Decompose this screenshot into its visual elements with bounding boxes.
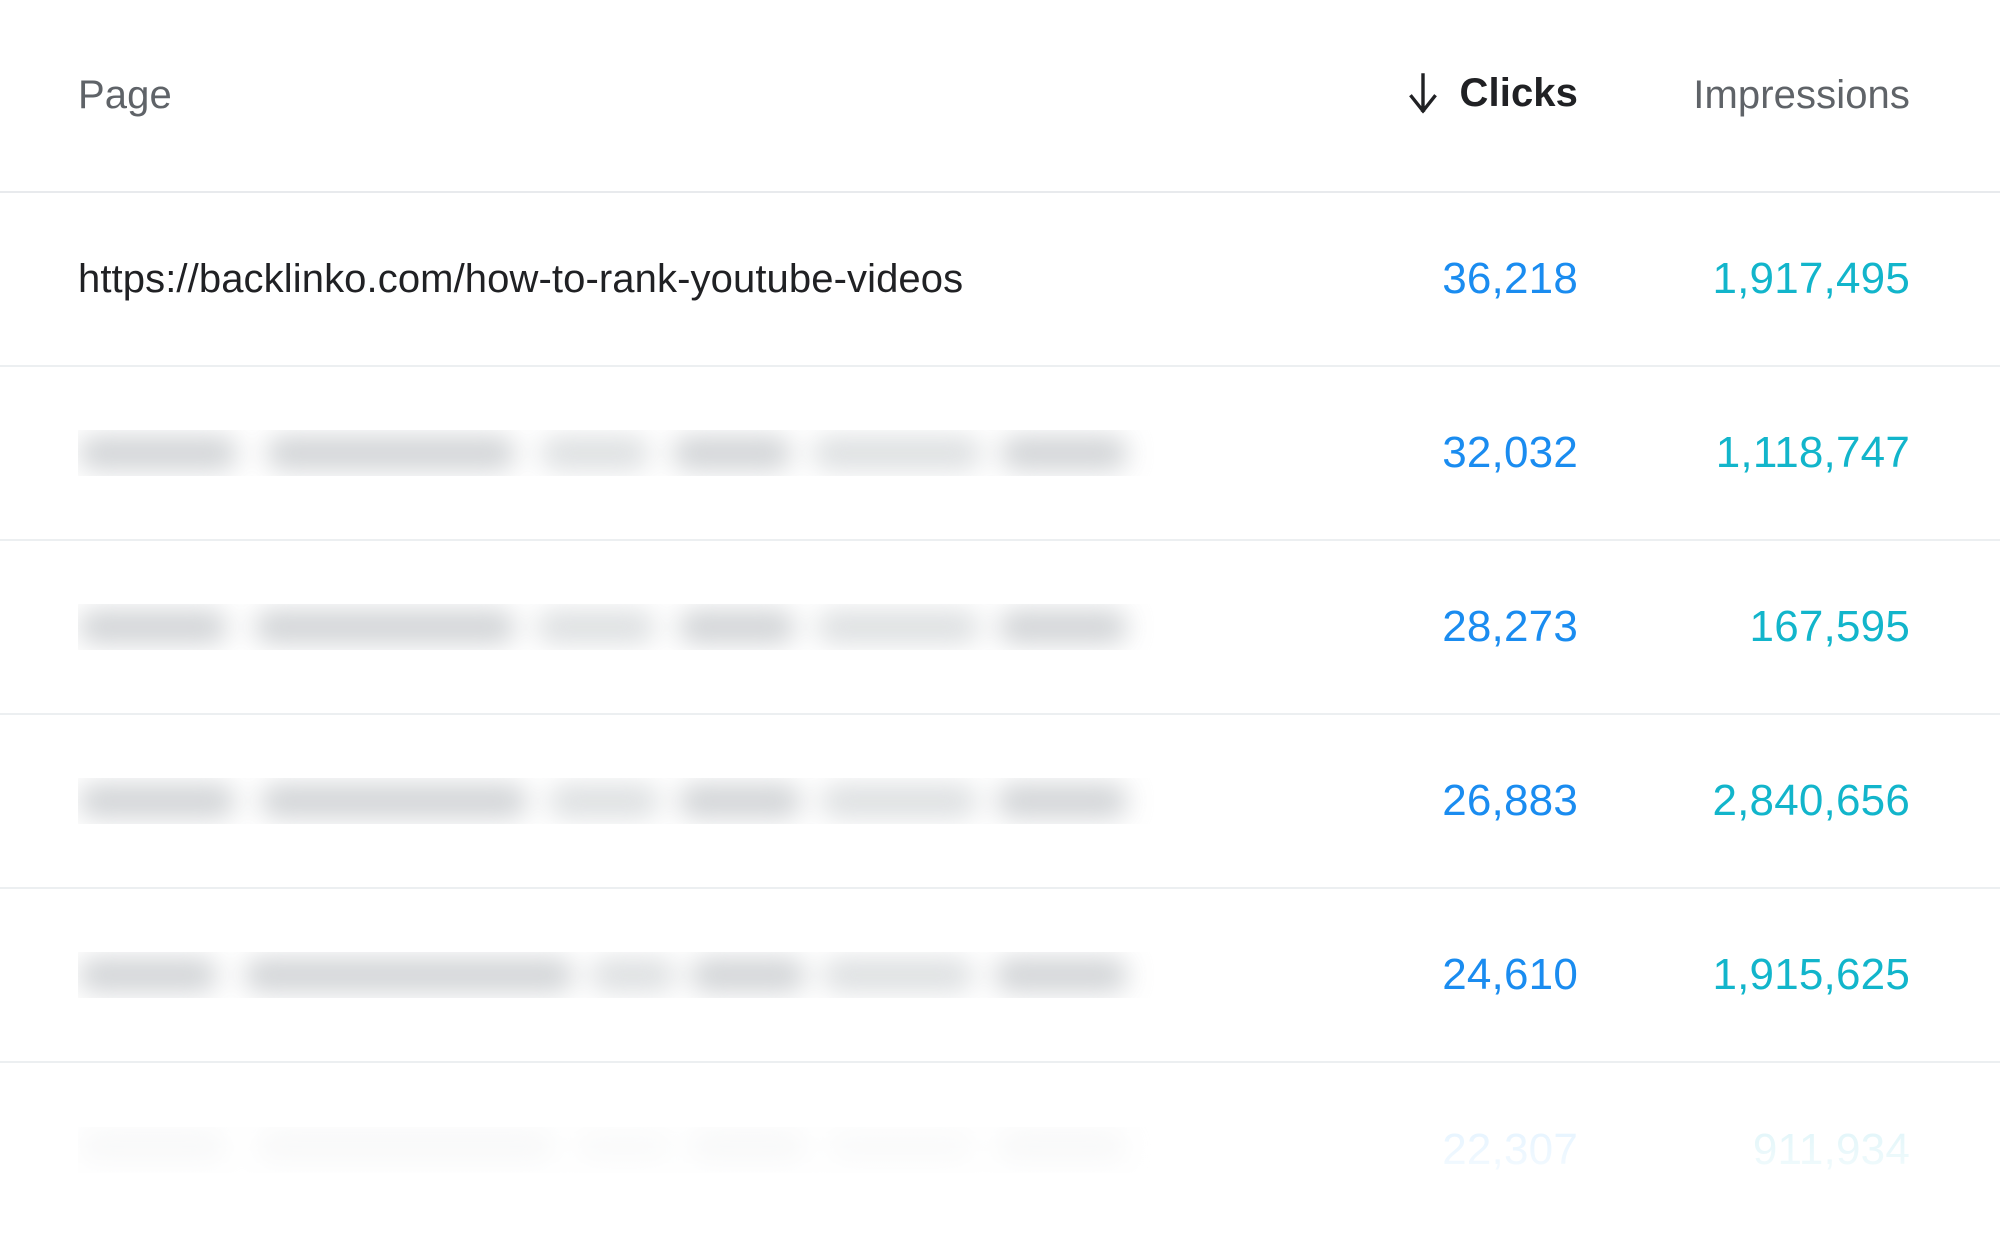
table-header-row: Page Clicks Impressions [0, 0, 2000, 193]
column-header-page[interactable]: Page [78, 73, 1268, 118]
column-header-impressions[interactable]: Impressions [1578, 73, 1910, 118]
table-row[interactable]: 22,307 911,934 [0, 1063, 2000, 1237]
column-header-clicks-label: Clicks [1459, 71, 1578, 116]
column-header-page-label: Page [78, 73, 172, 117]
redacted-page-url [78, 1129, 1128, 1173]
arrow-down-icon [1408, 73, 1438, 115]
clicks-sort-wrap: Clicks [1408, 71, 1578, 116]
table-row[interactable]: https://backlinko.com/how-to-rank-youtub… [0, 193, 2000, 367]
column-header-clicks[interactable]: Clicks [1268, 71, 1578, 120]
cell-clicks: 32,032 [1442, 428, 1578, 477]
cell-page[interactable]: https://backlinko.com/how-to-rank-youtub… [78, 257, 1268, 302]
cell-impressions: 1,915,625 [1712, 950, 1910, 999]
performance-table: Page Clicks Impressions https://backlink… [0, 0, 2000, 1235]
table-body: https://backlinko.com/how-to-rank-youtub… [0, 193, 2000, 1237]
cell-page[interactable] [78, 604, 1268, 650]
redacted-page-url [78, 954, 1128, 998]
redacted-page-url [78, 780, 1128, 824]
column-header-impressions-label: Impressions [1693, 73, 1910, 117]
cell-page[interactable] [78, 430, 1268, 476]
cell-clicks: 26,883 [1442, 776, 1578, 825]
cell-impressions: 1,917,495 [1712, 254, 1910, 303]
cell-impressions: 167,595 [1749, 602, 1910, 651]
cell-page[interactable] [78, 1127, 1268, 1173]
table-row[interactable]: 28,273 167,595 [0, 541, 2000, 715]
cell-page[interactable] [78, 778, 1268, 824]
cell-page[interactable] [78, 952, 1268, 998]
table-row[interactable]: 32,032 1,118,747 [0, 367, 2000, 541]
page-url-link[interactable]: https://backlinko.com/how-to-rank-youtub… [78, 257, 963, 301]
table-row[interactable]: 24,610 1,915,625 [0, 889, 2000, 1063]
table-row[interactable]: 26,883 2,840,656 [0, 715, 2000, 889]
cell-clicks: 36,218 [1442, 254, 1578, 303]
cell-clicks: 24,610 [1442, 950, 1578, 999]
redacted-page-url [78, 606, 1128, 650]
cell-clicks: 22,307 [1442, 1125, 1578, 1174]
cell-clicks: 28,273 [1442, 602, 1578, 651]
cell-impressions: 2,840,656 [1712, 776, 1910, 825]
cell-impressions: 911,934 [1752, 1125, 1910, 1174]
redacted-page-url [78, 432, 1128, 476]
cell-impressions: 1,118,747 [1715, 428, 1910, 477]
